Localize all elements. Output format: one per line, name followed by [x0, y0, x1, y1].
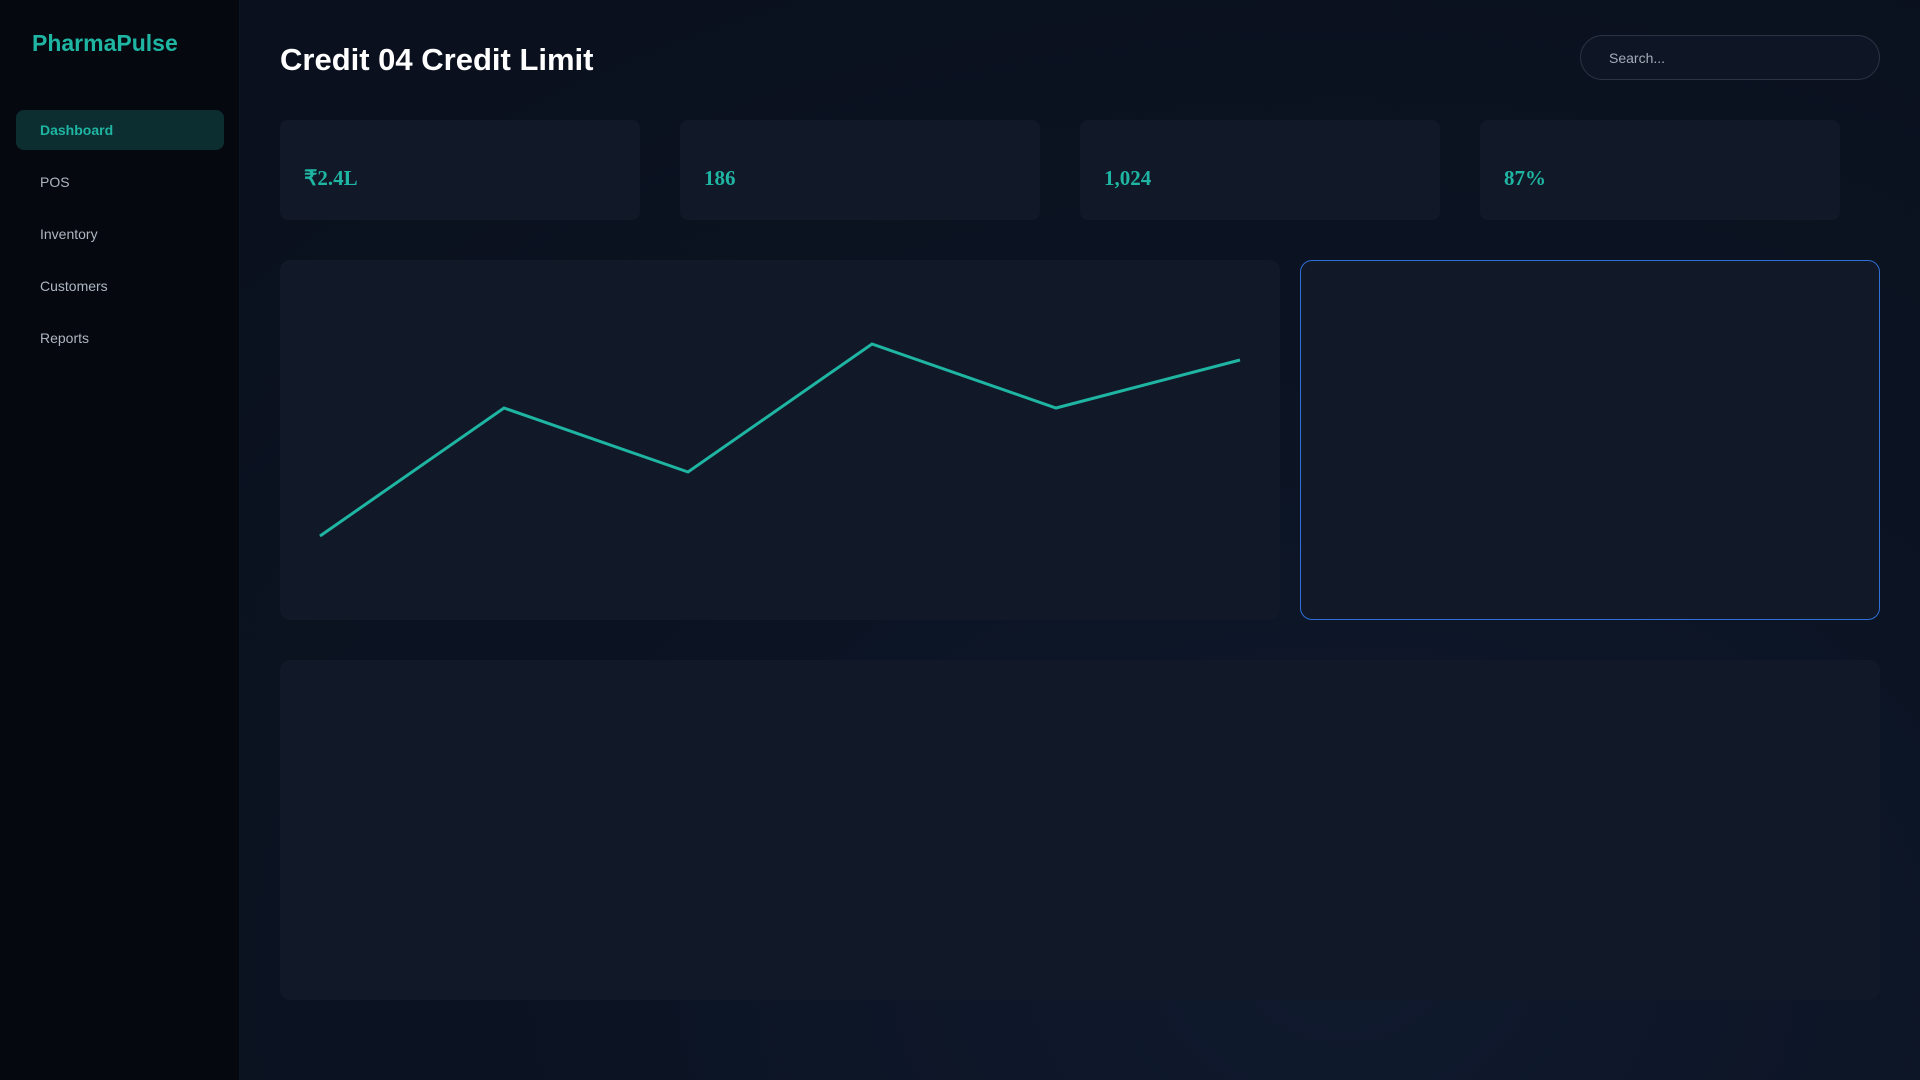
bottom-panel	[280, 660, 1880, 1000]
sidebar-item-customers[interactable]: Customers	[16, 266, 224, 306]
trend-chart	[319, 342, 1241, 538]
search-input[interactable]	[1580, 35, 1880, 80]
trend-line	[319, 342, 1241, 538]
sidebar: PharmaPulse Dashboard POS Inventory Cust…	[0, 0, 240, 1080]
sidebar-item-dashboard[interactable]: Dashboard	[16, 110, 224, 150]
stat-value: 1,024	[1104, 166, 1152, 190]
stat-card-revenue: ₹2.4L	[280, 120, 640, 220]
sidebar-item-pos[interactable]: POS	[16, 162, 224, 202]
page-title: Credit 04 Credit Limit	[280, 42, 594, 77]
stat-value: 186	[704, 166, 736, 190]
stat-card-percentage: 87%	[1480, 120, 1840, 220]
sidebar-item-inventory[interactable]: Inventory	[16, 214, 224, 254]
trend-chart-panel	[280, 260, 1280, 620]
stat-card-total: 1,024	[1080, 120, 1440, 220]
main-content: Credit 04 Credit Limit ₹2.4L 186 1,024 8…	[240, 0, 1920, 1080]
stat-value: ₹2.4L	[304, 166, 358, 190]
stat-value: 87%	[1504, 166, 1546, 190]
selected-panel[interactable]	[1300, 260, 1880, 620]
brand-logo[interactable]: PharmaPulse	[32, 30, 178, 57]
sidebar-item-reports[interactable]: Reports	[16, 318, 224, 358]
stat-card-count: 186	[680, 120, 1040, 220]
sidebar-nav: Dashboard POS Inventory Customers Report…	[16, 110, 224, 370]
